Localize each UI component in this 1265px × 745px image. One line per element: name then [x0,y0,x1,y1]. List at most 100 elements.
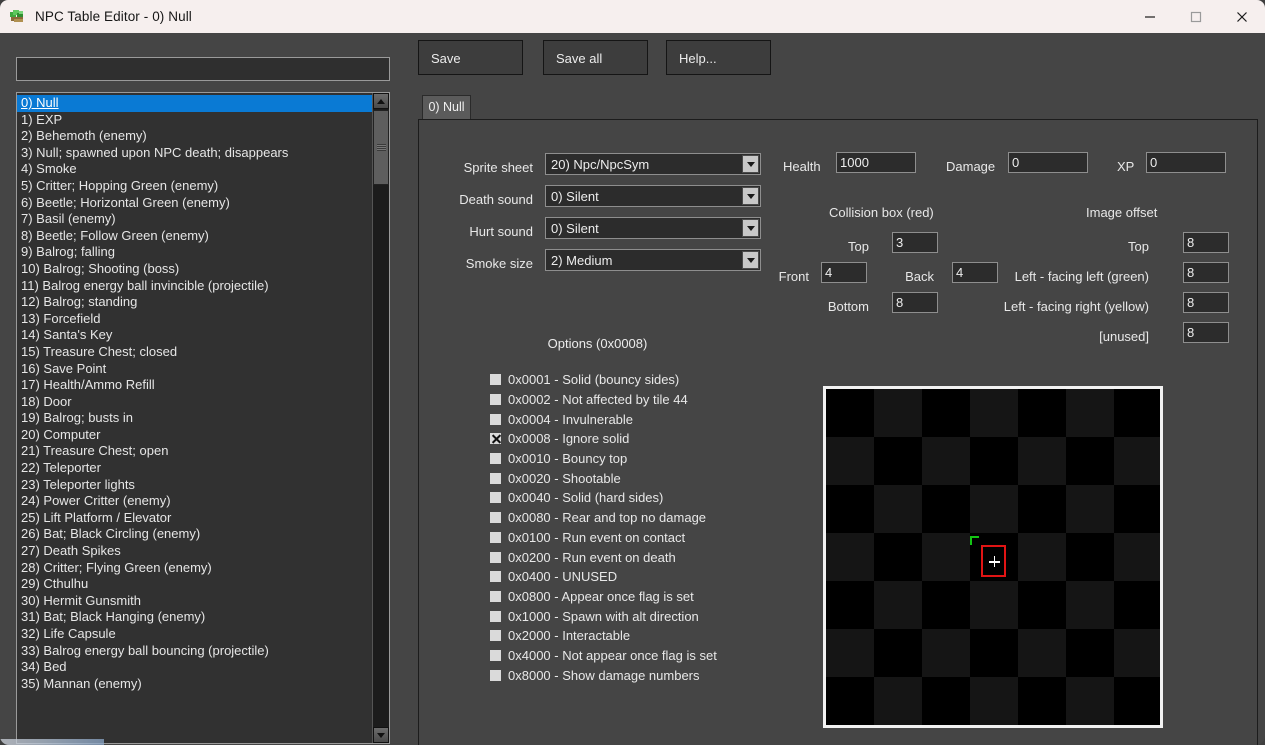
checkbox-icon[interactable] [490,571,501,583]
option-row[interactable]: 0x0200 - Run event on death [490,547,790,567]
option-row[interactable]: 0x0400 - UNUSED [490,567,790,587]
npc-list-scrollbar[interactable] [372,93,389,743]
save-all-button[interactable]: Save all [543,40,648,75]
option-row[interactable]: 0x0002 - Not affected by tile 44 [490,390,790,410]
scroll-up-icon[interactable] [373,93,389,109]
tab-npc-detail[interactable]: 0) Null [422,95,471,120]
option-row[interactable]: 0x0100 - Run event on contact [490,528,790,548]
checkbox-checked-icon[interactable] [490,433,501,445]
hurt-sound-select[interactable]: 0) Silent [545,217,761,239]
collision-bottom-input[interactable] [892,292,938,313]
list-item[interactable]: 25) Lift Platform / Elevator [17,510,374,527]
health-input[interactable] [836,152,916,173]
offset-left-facing-right-input[interactable] [1183,292,1229,313]
list-item[interactable]: 21) Treasure Chest; open [17,443,374,460]
death-sound-select[interactable]: 0) Silent [545,185,761,207]
list-item[interactable]: 32) Life Capsule [17,626,374,643]
list-item[interactable]: 9) Balrog; falling [17,244,374,261]
option-row[interactable]: 0x0010 - Bouncy top [490,449,790,469]
list-item[interactable]: 3) Null; spawned upon NPC death; disappe… [17,145,374,162]
save-button[interactable]: Save [418,40,523,75]
list-item[interactable]: 14) Santa's Key [17,327,374,344]
scroll-down-icon[interactable] [373,727,389,743]
list-item[interactable]: 22) Teleporter [17,460,374,477]
option-row[interactable]: 0x0040 - Solid (hard sides) [490,488,790,508]
checkbox-icon[interactable] [490,590,501,602]
list-item[interactable]: 0) Null [17,95,374,112]
list-item[interactable]: 6) Beetle; Horizontal Green (enemy) [17,195,374,212]
list-item[interactable]: 31) Bat; Black Hanging (enemy) [17,609,374,626]
list-item[interactable]: 24) Power Critter (enemy) [17,493,374,510]
npc-list[interactable]: 0) Null 1) EXP 2) Behemoth (enemy) 3) Null;… [17,93,374,743]
option-row[interactable]: 0x1000 - Spawn with alt direction [490,606,790,626]
list-item[interactable]: 12) Balrog; standing [17,294,374,311]
npc-filter-input[interactable] [16,57,390,81]
list-item[interactable]: 19) Balrog; busts in [17,410,374,427]
checkbox-icon[interactable] [490,374,501,386]
checkbox-icon[interactable] [490,669,501,681]
list-item[interactable]: 20) Computer [17,427,374,444]
maximize-icon[interactable] [1173,0,1219,33]
list-item[interactable]: 16) Save Point [17,361,374,378]
option-row[interactable]: 0x0800 - Appear once flag is set [490,587,790,607]
checkbox-icon[interactable] [490,472,501,484]
checkbox-icon[interactable] [490,610,501,622]
minimize-icon[interactable] [1127,0,1173,33]
list-item[interactable]: 8) Beetle; Follow Green (enemy) [17,228,374,245]
list-item[interactable]: 17) Health/Ammo Refill [17,377,374,394]
option-row[interactable]: 0x0008 - Ignore solid [490,429,790,449]
checkbox-icon[interactable] [490,512,501,524]
option-row[interactable]: 0x0020 - Shootable [490,468,790,488]
checkbox-icon[interactable] [490,551,501,563]
collision-top-input[interactable] [892,232,938,253]
chevron-down-icon[interactable] [742,219,759,237]
checkbox-icon[interactable] [490,649,501,661]
checkbox-icon[interactable] [490,630,501,642]
list-item[interactable]: 29) Cthulhu [17,576,374,593]
xp-input[interactable] [1146,152,1226,173]
checkbox-icon[interactable] [490,531,501,543]
offset-top-input[interactable] [1183,232,1229,253]
option-row[interactable]: 0x0080 - Rear and top no damage [490,508,790,528]
list-item[interactable]: 34) Bed [17,659,374,676]
option-row[interactable]: 0x8000 - Show damage numbers [490,665,790,685]
close-icon[interactable] [1219,0,1265,33]
offset-left-facing-left-input[interactable] [1183,262,1229,283]
title-bar[interactable]: NPC Table Editor - 0) Null [0,0,1265,33]
list-item[interactable]: 23) Teleporter lights [17,477,374,494]
list-item[interactable]: 10) Balrog; Shooting (boss) [17,261,374,278]
list-item[interactable]: 27) Death Spikes [17,543,374,560]
option-row[interactable]: 0x4000 - Not appear once flag is set [490,646,790,666]
list-item[interactable]: 15) Treasure Chest; closed [17,344,374,361]
option-row[interactable]: 0x2000 - Interactable [490,626,790,646]
list-item[interactable]: 28) Critter; Flying Green (enemy) [17,560,374,577]
help-button[interactable]: Help... [666,40,771,75]
checkbox-icon[interactable] [490,453,501,465]
list-item[interactable]: 4) Smoke [17,161,374,178]
checkbox-icon[interactable] [490,492,501,504]
list-item[interactable]: 2) Behemoth (enemy) [17,128,374,145]
damage-input[interactable] [1008,152,1088,173]
scrollbar-thumb[interactable] [373,110,389,185]
list-item[interactable]: 30) Hermit Gunsmith [17,593,374,610]
list-item[interactable]: 1) EXP [17,112,374,129]
list-item[interactable]: 7) Basil (enemy) [17,211,374,228]
sprite-preview[interactable] [823,386,1163,728]
option-row[interactable]: 0x0001 - Solid (bouncy sides) [490,370,790,390]
chevron-down-icon[interactable] [742,187,759,205]
list-item[interactable]: 13) Forcefield [17,311,374,328]
list-item[interactable]: 18) Door [17,394,374,411]
list-item[interactable]: 33) Balrog energy ball bouncing (project… [17,643,374,660]
list-item[interactable]: 26) Bat; Black Circling (enemy) [17,526,374,543]
chevron-down-icon[interactable] [742,155,759,173]
sprite-sheet-select[interactable]: 20) Npc/NpcSym [545,153,761,175]
checkbox-icon[interactable] [490,394,501,406]
list-item[interactable]: 11) Balrog energy ball invincible (proje… [17,278,374,295]
option-row[interactable]: 0x0004 - Invulnerable [490,409,790,429]
offset-unused-input[interactable] [1183,322,1229,343]
smoke-size-select[interactable]: 2) Medium [545,249,761,271]
chevron-down-icon[interactable] [742,251,759,269]
collision-front-input[interactable] [821,262,867,283]
list-item[interactable]: 5) Critter; Hopping Green (enemy) [17,178,374,195]
checkbox-icon[interactable] [490,413,501,425]
